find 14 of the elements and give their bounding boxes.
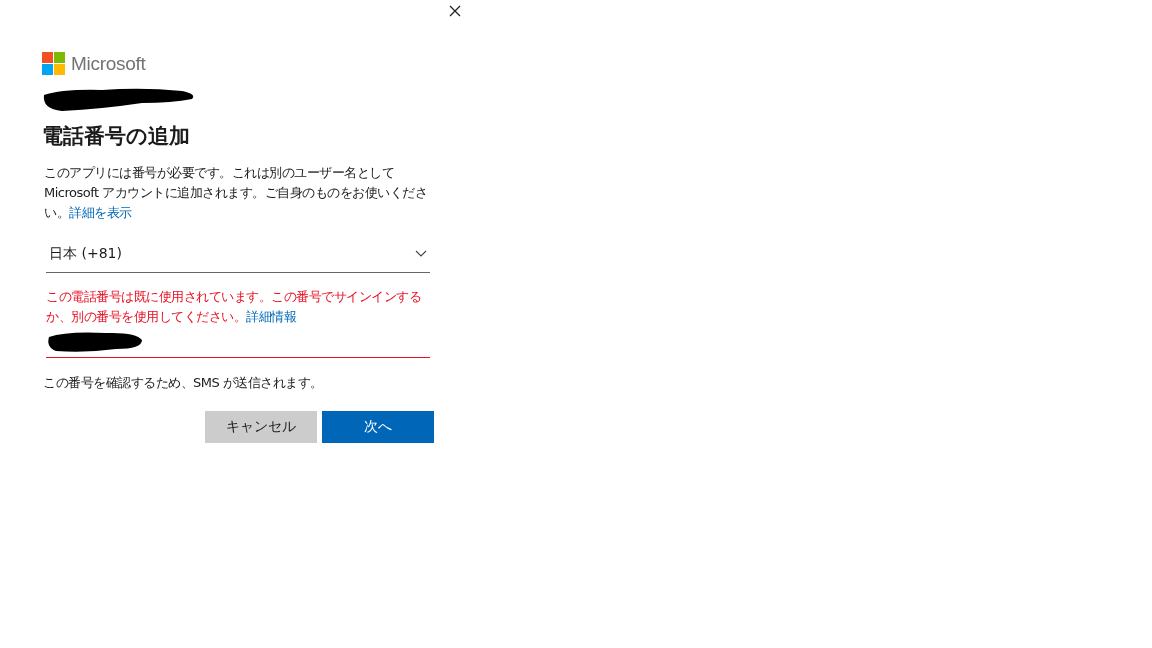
- details-link[interactable]: 詳細を表示: [69, 205, 132, 220]
- close-icon[interactable]: [449, 5, 461, 17]
- brand-name: Microsoft: [71, 52, 146, 75]
- next-button[interactable]: 次へ: [322, 411, 434, 443]
- sms-note: この番号を確認するため、SMS が送信されます。: [43, 374, 324, 392]
- country-select[interactable]: 日本 (+81): [46, 239, 430, 273]
- description-text: このアプリには番号が必要です。これは別のユーザー名として Microsoft アカウントに追加されます。ご自身のものをお使いください。詳細を表示: [44, 164, 429, 222]
- chevron-icon: [415, 250, 427, 257]
- logo-icon: [42, 52, 65, 75]
- cancel-button[interactable]: キャンセル: [205, 411, 317, 443]
- page-title: 電話番号の追加: [42, 123, 191, 150]
- more-info-link[interactable]: 詳細情報: [246, 309, 296, 324]
- phone-field[interactable]: [46, 331, 430, 358]
- error-message: この電話番号は既に使用されています。この番号でサインインするか、別の番号を使用してください。詳細情報: [46, 288, 422, 326]
